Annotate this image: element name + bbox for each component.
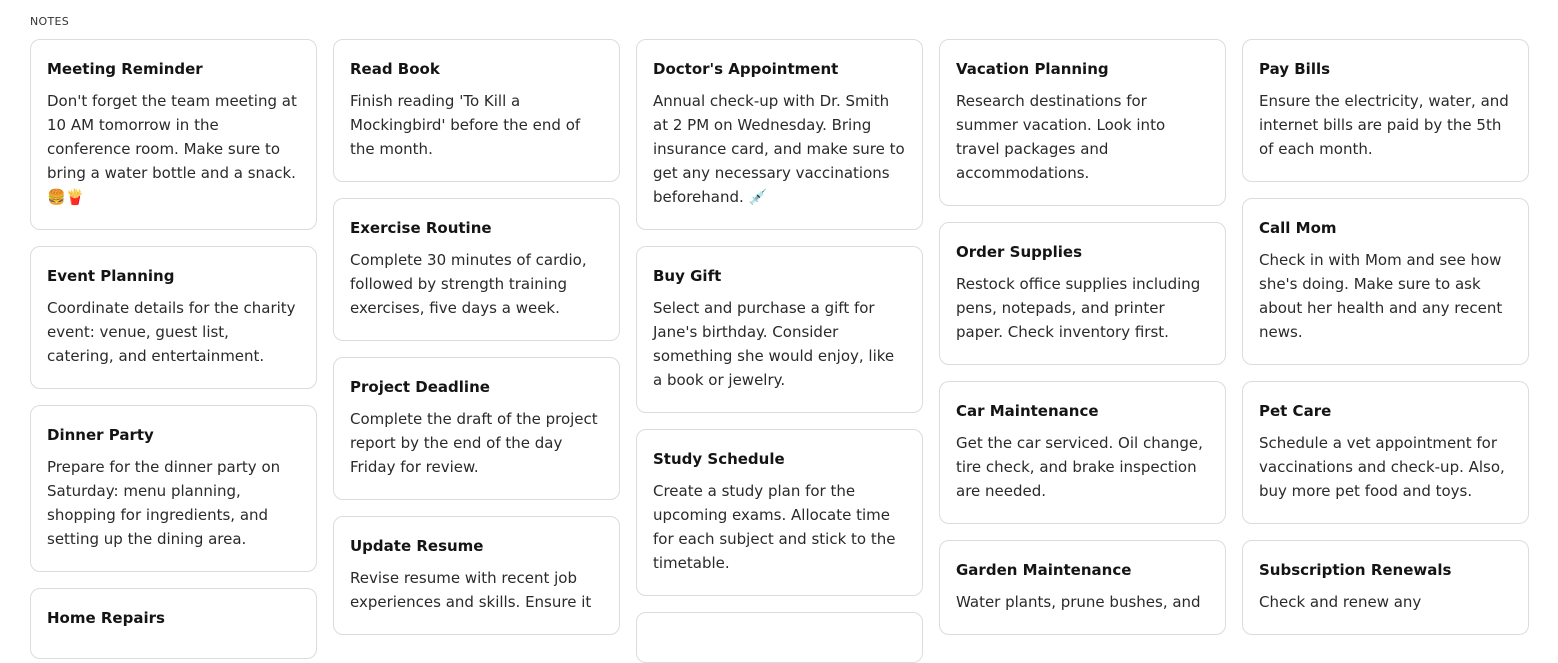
note-title: Home Repairs bbox=[47, 609, 165, 627]
note-card[interactable]: Doctor's Appointment Annual check-up wit… bbox=[636, 39, 923, 230]
note-title: Buy Gift bbox=[653, 267, 722, 285]
note-title: Project Deadline bbox=[350, 378, 490, 396]
note-card[interactable]: Vacation Planning Research destinations … bbox=[939, 39, 1226, 206]
note-card[interactable]: Read Book Finish reading 'To Kill a Mock… bbox=[333, 39, 620, 182]
note-title: Exercise Routine bbox=[350, 219, 492, 237]
notes-column-3: Doctor's Appointment Annual check-up wit… bbox=[636, 39, 923, 663]
note-body: Check and renew any bbox=[1259, 593, 1422, 611]
note-body: Complete the draft of the project report… bbox=[350, 410, 598, 476]
note-title: Event Planning bbox=[47, 267, 175, 285]
note-body: Prepare for the dinner party on Saturday… bbox=[47, 458, 281, 548]
note-title: Doctor's Appointment bbox=[653, 60, 839, 78]
note-body: Schedule a vet appointment for vaccinati… bbox=[1259, 434, 1505, 500]
note-body: Create a study plan for the upcoming exa… bbox=[653, 482, 896, 572]
note-title: Subscription Renewals bbox=[1259, 561, 1452, 579]
note-title: Pet Care bbox=[1259, 402, 1332, 420]
note-card[interactable]: Pet Care Schedule a vet appointment for … bbox=[1242, 381, 1529, 524]
note-card[interactable] bbox=[636, 612, 923, 663]
note-card[interactable]: Meeting Reminder Don't forget the team m… bbox=[30, 39, 317, 230]
note-body: Complete 30 minutes of cardio, followed … bbox=[350, 251, 587, 317]
note-title: Garden Maintenance bbox=[956, 561, 1132, 579]
note-card[interactable]: Subscription Renewals Check and renew an… bbox=[1242, 540, 1529, 635]
notes-column-4: Vacation Planning Research destinations … bbox=[939, 39, 1226, 663]
note-card[interactable]: Garden Maintenance Water plants, prune b… bbox=[939, 540, 1226, 635]
note-card[interactable]: Order Supplies Restock office supplies i… bbox=[939, 222, 1226, 365]
note-card[interactable]: Study Schedule Create a study plan for t… bbox=[636, 429, 923, 596]
note-title: Order Supplies bbox=[956, 243, 1083, 261]
note-card[interactable]: Project Deadline Complete the draft of t… bbox=[333, 357, 620, 500]
note-body: Revise resume with recent job experience… bbox=[350, 569, 592, 611]
note-card[interactable]: Car Maintenance Get the car serviced. Oi… bbox=[939, 381, 1226, 524]
note-body: Research destinations for summer vacatio… bbox=[956, 92, 1166, 182]
note-title: Dinner Party bbox=[47, 426, 154, 444]
note-card[interactable]: Update Resume Revise resume with recent … bbox=[333, 516, 620, 635]
note-title: Meeting Reminder bbox=[47, 60, 203, 78]
note-card[interactable]: Pay Bills Ensure the electricity, water,… bbox=[1242, 39, 1529, 182]
notes-column-5: Pay Bills Ensure the electricity, water,… bbox=[1242, 39, 1529, 663]
notes-column-2: Read Book Finish reading 'To Kill a Mock… bbox=[333, 39, 620, 663]
note-title: Read Book bbox=[350, 60, 440, 78]
note-body: Don't forget the team meeting at 10 AM t… bbox=[47, 92, 297, 206]
note-card[interactable]: Dinner Party Prepare for the dinner part… bbox=[30, 405, 317, 572]
note-body: Annual check-up with Dr. Smith at 2 PM o… bbox=[653, 92, 905, 206]
notes-column-1: Meeting Reminder Don't forget the team m… bbox=[30, 39, 317, 663]
note-title: Car Maintenance bbox=[956, 402, 1099, 420]
note-body: Water plants, prune bushes, and bbox=[956, 593, 1201, 611]
note-body: Ensure the electricity, water, and inter… bbox=[1259, 92, 1509, 158]
note-title: Pay Bills bbox=[1259, 60, 1331, 78]
note-card[interactable]: Event Planning Coordinate details for th… bbox=[30, 246, 317, 389]
note-body: Restock office supplies including pens, … bbox=[956, 275, 1201, 341]
note-body: Select and purchase a gift for Jane's bi… bbox=[653, 299, 895, 389]
note-title: Study Schedule bbox=[653, 450, 785, 468]
note-body: Get the car serviced. Oil change, tire c… bbox=[956, 434, 1203, 500]
note-title: Call Mom bbox=[1259, 219, 1337, 237]
note-card[interactable]: Buy Gift Select and purchase a gift for … bbox=[636, 246, 923, 413]
note-body: Finish reading 'To Kill a Mockingbird' b… bbox=[350, 92, 581, 158]
section-label: NOTES bbox=[30, 15, 70, 28]
note-body: Check in with Mom and see how she's doin… bbox=[1259, 251, 1503, 341]
note-body: Coordinate details for the charity event… bbox=[47, 299, 296, 365]
note-card[interactable]: Exercise Routine Complete 30 minutes of … bbox=[333, 198, 620, 341]
note-card[interactable]: Call Mom Check in with Mom and see how s… bbox=[1242, 198, 1529, 365]
note-title: Update Resume bbox=[350, 537, 484, 555]
note-card[interactable]: Home Repairs bbox=[30, 588, 317, 659]
note-title: Vacation Planning bbox=[956, 60, 1109, 78]
notes-grid: Meeting Reminder Don't forget the team m… bbox=[30, 39, 1529, 663]
